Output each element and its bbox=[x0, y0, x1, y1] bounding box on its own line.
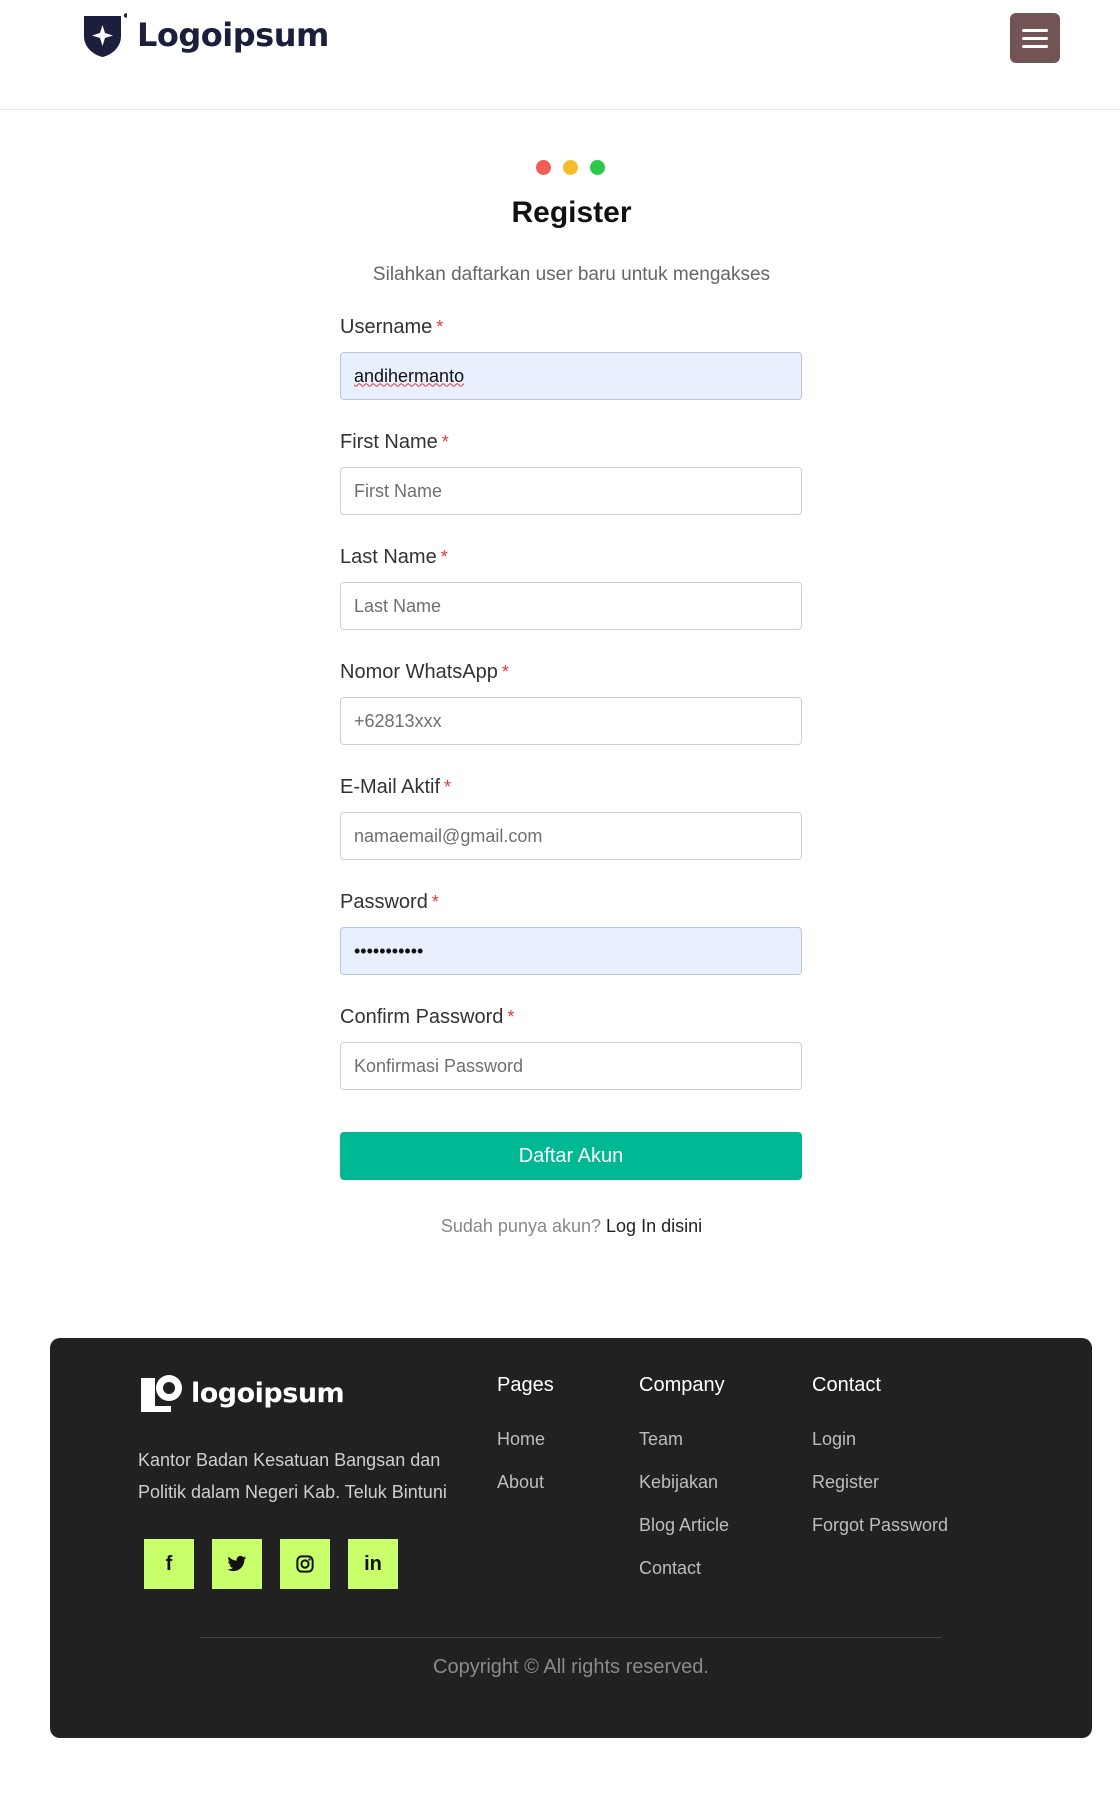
first-name-label: First Name * bbox=[340, 427, 802, 467]
footer-pages-column: Pages Home About bbox=[497, 1372, 554, 1515]
whatsapp-label: Nomor WhatsApp * bbox=[340, 657, 802, 697]
password-label: Password * bbox=[340, 887, 802, 927]
username-label-text: Username bbox=[340, 316, 433, 338]
login-link[interactable]: Log In disini bbox=[606, 1216, 702, 1236]
confirm-password-label: Confirm Password * bbox=[340, 1002, 802, 1042]
footer-link-register[interactable]: Register bbox=[812, 1472, 948, 1515]
footer-contact-column: Contact Login Register Forgot Password bbox=[812, 1372, 948, 1558]
confirm-password-input[interactable] bbox=[340, 1042, 802, 1090]
twitter-icon bbox=[227, 1555, 247, 1572]
hamburger-menu-button[interactable] bbox=[1010, 13, 1060, 63]
facebook-button[interactable]: f bbox=[144, 1539, 194, 1589]
hamburger-menu-icon bbox=[1022, 28, 1048, 32]
footer-description: Kantor Badan Kesatuan Bangsan dan Politi… bbox=[138, 1450, 447, 1502]
yellow-dot bbox=[563, 160, 578, 175]
page-title: Register bbox=[511, 196, 632, 229]
email-label: E-Mail Aktif * bbox=[340, 772, 802, 812]
site-footer: logoipsum Kantor Badan Kesatuan Bangsan … bbox=[50, 1338, 1092, 1738]
hamburger-line bbox=[1022, 36, 1048, 40]
page-subtitle: Silahkan daftarkan user baru untuk menga… bbox=[372, 264, 771, 285]
footer-link-blog-article[interactable]: Blog Article bbox=[639, 1515, 729, 1558]
required-mark: * bbox=[436, 317, 444, 337]
whatsapp-label-text: Nomor WhatsApp bbox=[340, 661, 498, 683]
footer-brand-name: logoipsum bbox=[191, 1377, 345, 1409]
window-dots bbox=[536, 160, 605, 175]
required-mark: * bbox=[431, 892, 439, 912]
footer-link-team[interactable]: Team bbox=[639, 1429, 729, 1472]
password-field: Password * bbox=[340, 887, 802, 1002]
register-form: Username* First Name* Last Name* Nomor W… bbox=[340, 312, 802, 1117]
username-field: Username * bbox=[340, 312, 802, 427]
whatsapp-input[interactable] bbox=[340, 697, 802, 745]
footer-brand-logo[interactable]: logoipsum bbox=[139, 1372, 345, 1414]
footer-divider bbox=[200, 1637, 942, 1638]
footer-copyright: Copyright © All rights reserved. bbox=[433, 1656, 709, 1678]
password-label-text: Password bbox=[340, 891, 428, 913]
login-prompt-text: Sudah punya akun? bbox=[440, 1216, 602, 1236]
footer-link-about[interactable]: About bbox=[497, 1472, 554, 1515]
footer-contact-title: Contact bbox=[812, 1374, 881, 1396]
username-input[interactable] bbox=[340, 352, 802, 400]
required-mark: * bbox=[501, 662, 509, 682]
required-mark: * bbox=[441, 432, 449, 452]
last-name-label-text: Last Name bbox=[340, 546, 437, 568]
instagram-icon bbox=[296, 1555, 314, 1573]
linkedin-button[interactable]: in bbox=[348, 1539, 398, 1589]
username-label: Username * bbox=[340, 312, 802, 352]
instagram-button[interactable] bbox=[280, 1539, 330, 1589]
confirm-password-label-text: Confirm Password bbox=[340, 1006, 504, 1028]
green-dot bbox=[590, 160, 605, 175]
brand-name: Logoipsum bbox=[137, 16, 329, 54]
twitter-button[interactable] bbox=[212, 1539, 262, 1589]
footer-link-kebijakan[interactable]: Kebijakan bbox=[639, 1472, 729, 1515]
footer-logo-icon bbox=[141, 1375, 182, 1412]
last-name-label: Last Name * bbox=[340, 542, 802, 582]
facebook-icon: f bbox=[165, 1552, 173, 1575]
footer-company-title: Company bbox=[639, 1374, 725, 1396]
footer-company-column: Company Team Kebijakan Blog Article Cont… bbox=[639, 1372, 729, 1601]
required-mark: * bbox=[507, 1007, 515, 1027]
footer-link-login[interactable]: Login bbox=[812, 1429, 948, 1472]
first-name-field: First Name * bbox=[340, 427, 802, 542]
last-name-input[interactable] bbox=[340, 582, 802, 630]
email-field: E-Mail Aktif * bbox=[340, 772, 802, 887]
last-name-field: Last Name * bbox=[340, 542, 802, 657]
site-header: Logoipsum bbox=[0, 0, 1120, 110]
linkedin-icon: in bbox=[364, 1552, 382, 1575]
footer-pages-title: Pages bbox=[497, 1374, 554, 1396]
required-mark: * bbox=[440, 547, 448, 567]
social-links: f in bbox=[144, 1539, 398, 1589]
email-label-text: E-Mail Aktif bbox=[340, 776, 441, 798]
footer-link-forgot-password[interactable]: Forgot Password bbox=[812, 1515, 948, 1558]
shield-logo-icon bbox=[84, 13, 127, 57]
login-prompt: Sudah punya akun? Log In disini bbox=[0, 1216, 1120, 1237]
footer-link-contact[interactable]: Contact bbox=[639, 1558, 729, 1601]
first-name-label-text: First Name bbox=[340, 431, 438, 453]
hamburger-line bbox=[1022, 44, 1048, 48]
email-input[interactable] bbox=[340, 812, 802, 860]
red-dot bbox=[536, 160, 551, 175]
whatsapp-field: Nomor WhatsApp * bbox=[340, 657, 802, 772]
footer-link-home[interactable]: Home bbox=[497, 1429, 554, 1472]
confirm-password-field: Confirm Password * bbox=[340, 1002, 802, 1117]
register-submit-button[interactable]: Daftar Akun bbox=[340, 1132, 802, 1180]
first-name-input[interactable] bbox=[340, 467, 802, 515]
required-mark: * bbox=[444, 777, 452, 797]
password-input[interactable] bbox=[340, 927, 802, 975]
brand-logo[interactable]: Logoipsum bbox=[81, 12, 329, 58]
